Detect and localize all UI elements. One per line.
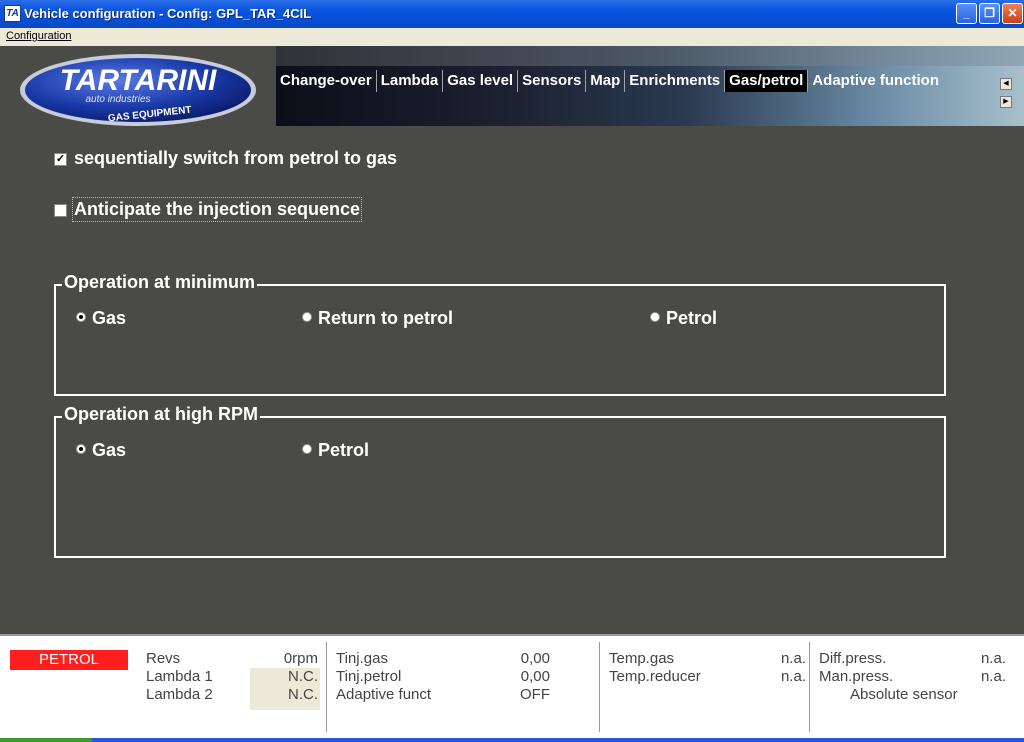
injection-values: 0,00 0,00 OFF [490,650,550,704]
radio-icon[interactable] [302,312,312,323]
operation-at-minimum-group: Operation at minimum Gas Return to petro… [54,272,946,396]
radio-selected-icon[interactable] [76,312,86,323]
revs-lambda-values: 0rpm N.C. N.C. [250,650,318,704]
man-press-value: n.a. [980,668,1006,685]
temp-reducer-label: Temp.reducer [609,668,701,685]
high-rpm-gas-radio[interactable]: Gas [76,440,126,461]
tinj-gas-label: Tinj.gas [336,650,388,667]
lambda2-label: Lambda 2 [146,686,213,703]
menu-bar: Configuration [0,28,1024,46]
lambda2-value: N.C. [288,686,318,703]
sequential-switch-label: sequentially switch from petrol to gas [74,148,398,168]
taskbar [0,738,1024,742]
tab-gas-petrol[interactable]: Gas/petrol [725,70,809,92]
pressure-values: n.a. n.a. [960,650,1006,686]
tab-adaptive-function[interactable]: Adaptive function [808,70,943,92]
high-rpm-petrol-label: Petrol [318,440,370,460]
sensor-type-label: Absolute sensor [850,686,958,703]
restore-button[interactable]: ❐ [979,3,1000,24]
radio-icon[interactable] [302,444,312,455]
tinj-petrol-value: 0,00 [520,668,550,685]
sequential-switch-checkbox[interactable]: ✓ [54,153,67,166]
logo-text: TARTARINI [60,64,217,97]
header: TARTARINI auto industries GAS EQUIPMENT … [0,46,1024,126]
pressure-labels: Diff.press. Man.press. [819,650,893,686]
tab-scroll-arrows: ◀▶ [1000,72,1024,108]
tab-scroll-left-icon[interactable]: ◀ [1000,78,1012,90]
minimum-gas-label: Gas [92,308,127,328]
tartarini-logo: TARTARINI auto industries GAS EQUIPMENT [20,54,256,126]
adaptive-funct-label: Adaptive funct [336,686,432,703]
revs-label: Revs [146,650,181,667]
minimum-return-to-petrol-label: Return to petrol [318,308,453,328]
revs-value: 0rpm [283,650,318,667]
window-title: Vehicle configuration - Config: GPL_TAR_… [24,6,312,21]
temp-reducer-value: n.a. [780,668,806,685]
temp-gas-value: n.a. [780,650,806,667]
separator [809,642,810,732]
start-button[interactable] [0,738,92,742]
temperature-values: n.a. n.a. [760,650,806,686]
tab-change-over[interactable]: Change-over [276,70,377,92]
tab-bar: Change-over Lambda Gas level Sensors Map Enri… [276,70,996,94]
tinj-petrol-label: Tinj.petrol [336,668,402,685]
diff-press-label: Diff.press. [819,650,887,667]
tinj-gas-value: 0,00 [520,650,550,667]
gas-petrol-panel: ✓ sequentially switch from petrol to gas… [0,126,1024,634]
injection-labels: Tinj.gas Tinj.petrol Adaptive funct [336,650,431,704]
tab-map[interactable]: Map [586,70,626,92]
separator [599,642,600,732]
diff-press-value: n.a. [980,650,1006,667]
minimum-petrol-radio[interactable]: Petrol [650,308,717,329]
high-rpm-petrol-radio[interactable]: Petrol [302,440,369,461]
man-press-label: Man.press. [819,668,894,685]
lambda1-value: N.C. [288,668,318,685]
revs-lambda-labels: Revs Lambda 1 Lambda 2 [146,650,213,704]
minimize-button[interactable]: _ [956,3,977,24]
tab-sensors[interactable]: Sensors [518,70,587,92]
close-button[interactable]: ✕ [1002,3,1023,24]
operation-at-high-rpm-title: Operation at high RPM [62,404,261,425]
high-rpm-gas-label: Gas [92,440,127,460]
radio-selected-icon[interactable] [76,444,86,455]
anticipate-label: Anticipate the injection sequence [71,197,363,222]
tab-scroll-right-icon[interactable]: ▶ [1000,96,1012,108]
logo-tagline: auto industries [85,94,150,105]
temperature-labels: Temp.gas Temp.reducer [609,650,701,686]
minimum-petrol-label: Petrol [666,308,718,328]
temp-gas-label: Temp.gas [609,650,675,667]
anticipate-checkbox[interactable] [54,204,67,217]
status-panel: PETROL Revs Lambda 1 Lambda 2 0rpm N.C. … [0,634,1024,738]
minimum-return-to-petrol-radio[interactable]: Return to petrol [302,308,453,329]
tab-enrichments[interactable]: Enrichments [625,70,726,92]
title-bar: TA Vehicle configuration - Config: GPL_T… [0,0,1024,28]
operation-at-minimum-title: Operation at minimum [62,272,258,293]
minimum-gas-radio[interactable]: Gas [76,308,126,329]
menu-configuration[interactable]: Configuration [6,30,71,42]
radio-icon[interactable] [650,312,660,323]
adaptive-funct-value: OFF [520,686,550,703]
operation-at-high-rpm-group: Operation at high RPM Gas Petrol [54,404,946,558]
separator [326,642,327,732]
fuel-mode-badge: PETROL [10,650,128,670]
lambda1-label: Lambda 1 [146,668,213,685]
app-icon[interactable]: TA [4,5,21,22]
tab-lambda[interactable]: Lambda [377,70,444,92]
tab-gas-level[interactable]: Gas level [443,70,519,92]
